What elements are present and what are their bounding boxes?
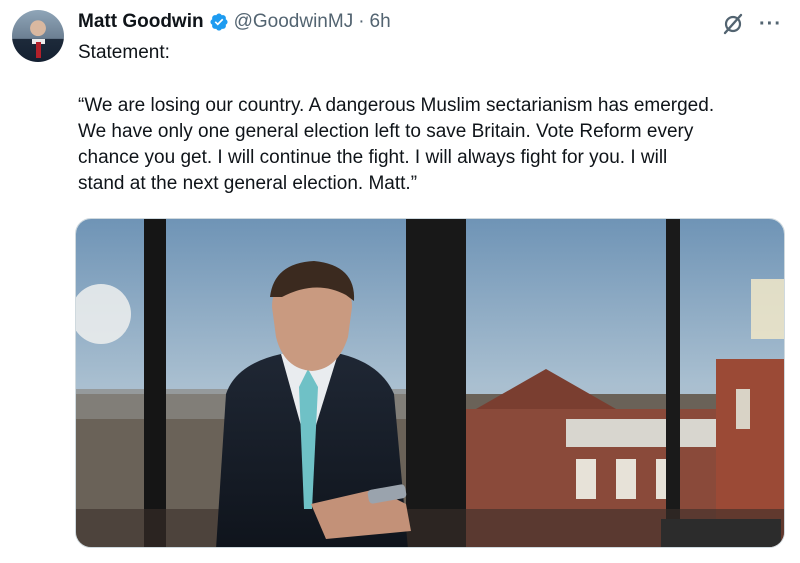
separator-dot: · [358, 11, 365, 32]
post-line: We have only one general election left t… [78, 121, 694, 142]
author-handle[interactable]: @GoodwinMJ [234, 11, 354, 33]
post-line: chance you get. I will continue the figh… [78, 147, 668, 168]
post-label: Statement: [78, 42, 170, 63]
post-timestamp[interactable]: 6h [370, 11, 391, 33]
photo-man-with-phone [76, 219, 784, 547]
more-icon[interactable]: ··· [759, 14, 782, 34]
grok-icon[interactable] [721, 12, 745, 36]
post-line: stand at the next general election. Matt… [78, 173, 418, 194]
post-body: “We are losing our country. A dangerous … [78, 93, 790, 197]
post-header: Matt Goodwin @GoodwinMJ · 6h [78, 10, 391, 34]
verified-badge-icon[interactable] [209, 12, 229, 32]
author-name[interactable]: Matt Goodwin [78, 11, 204, 33]
post-image[interactable] [75, 218, 785, 548]
avatar[interactable] [12, 10, 64, 62]
avatar-tie [36, 42, 41, 58]
post-actions-top: ··· [721, 12, 782, 36]
post-line: “We are losing our country. A dangerous … [78, 95, 715, 116]
